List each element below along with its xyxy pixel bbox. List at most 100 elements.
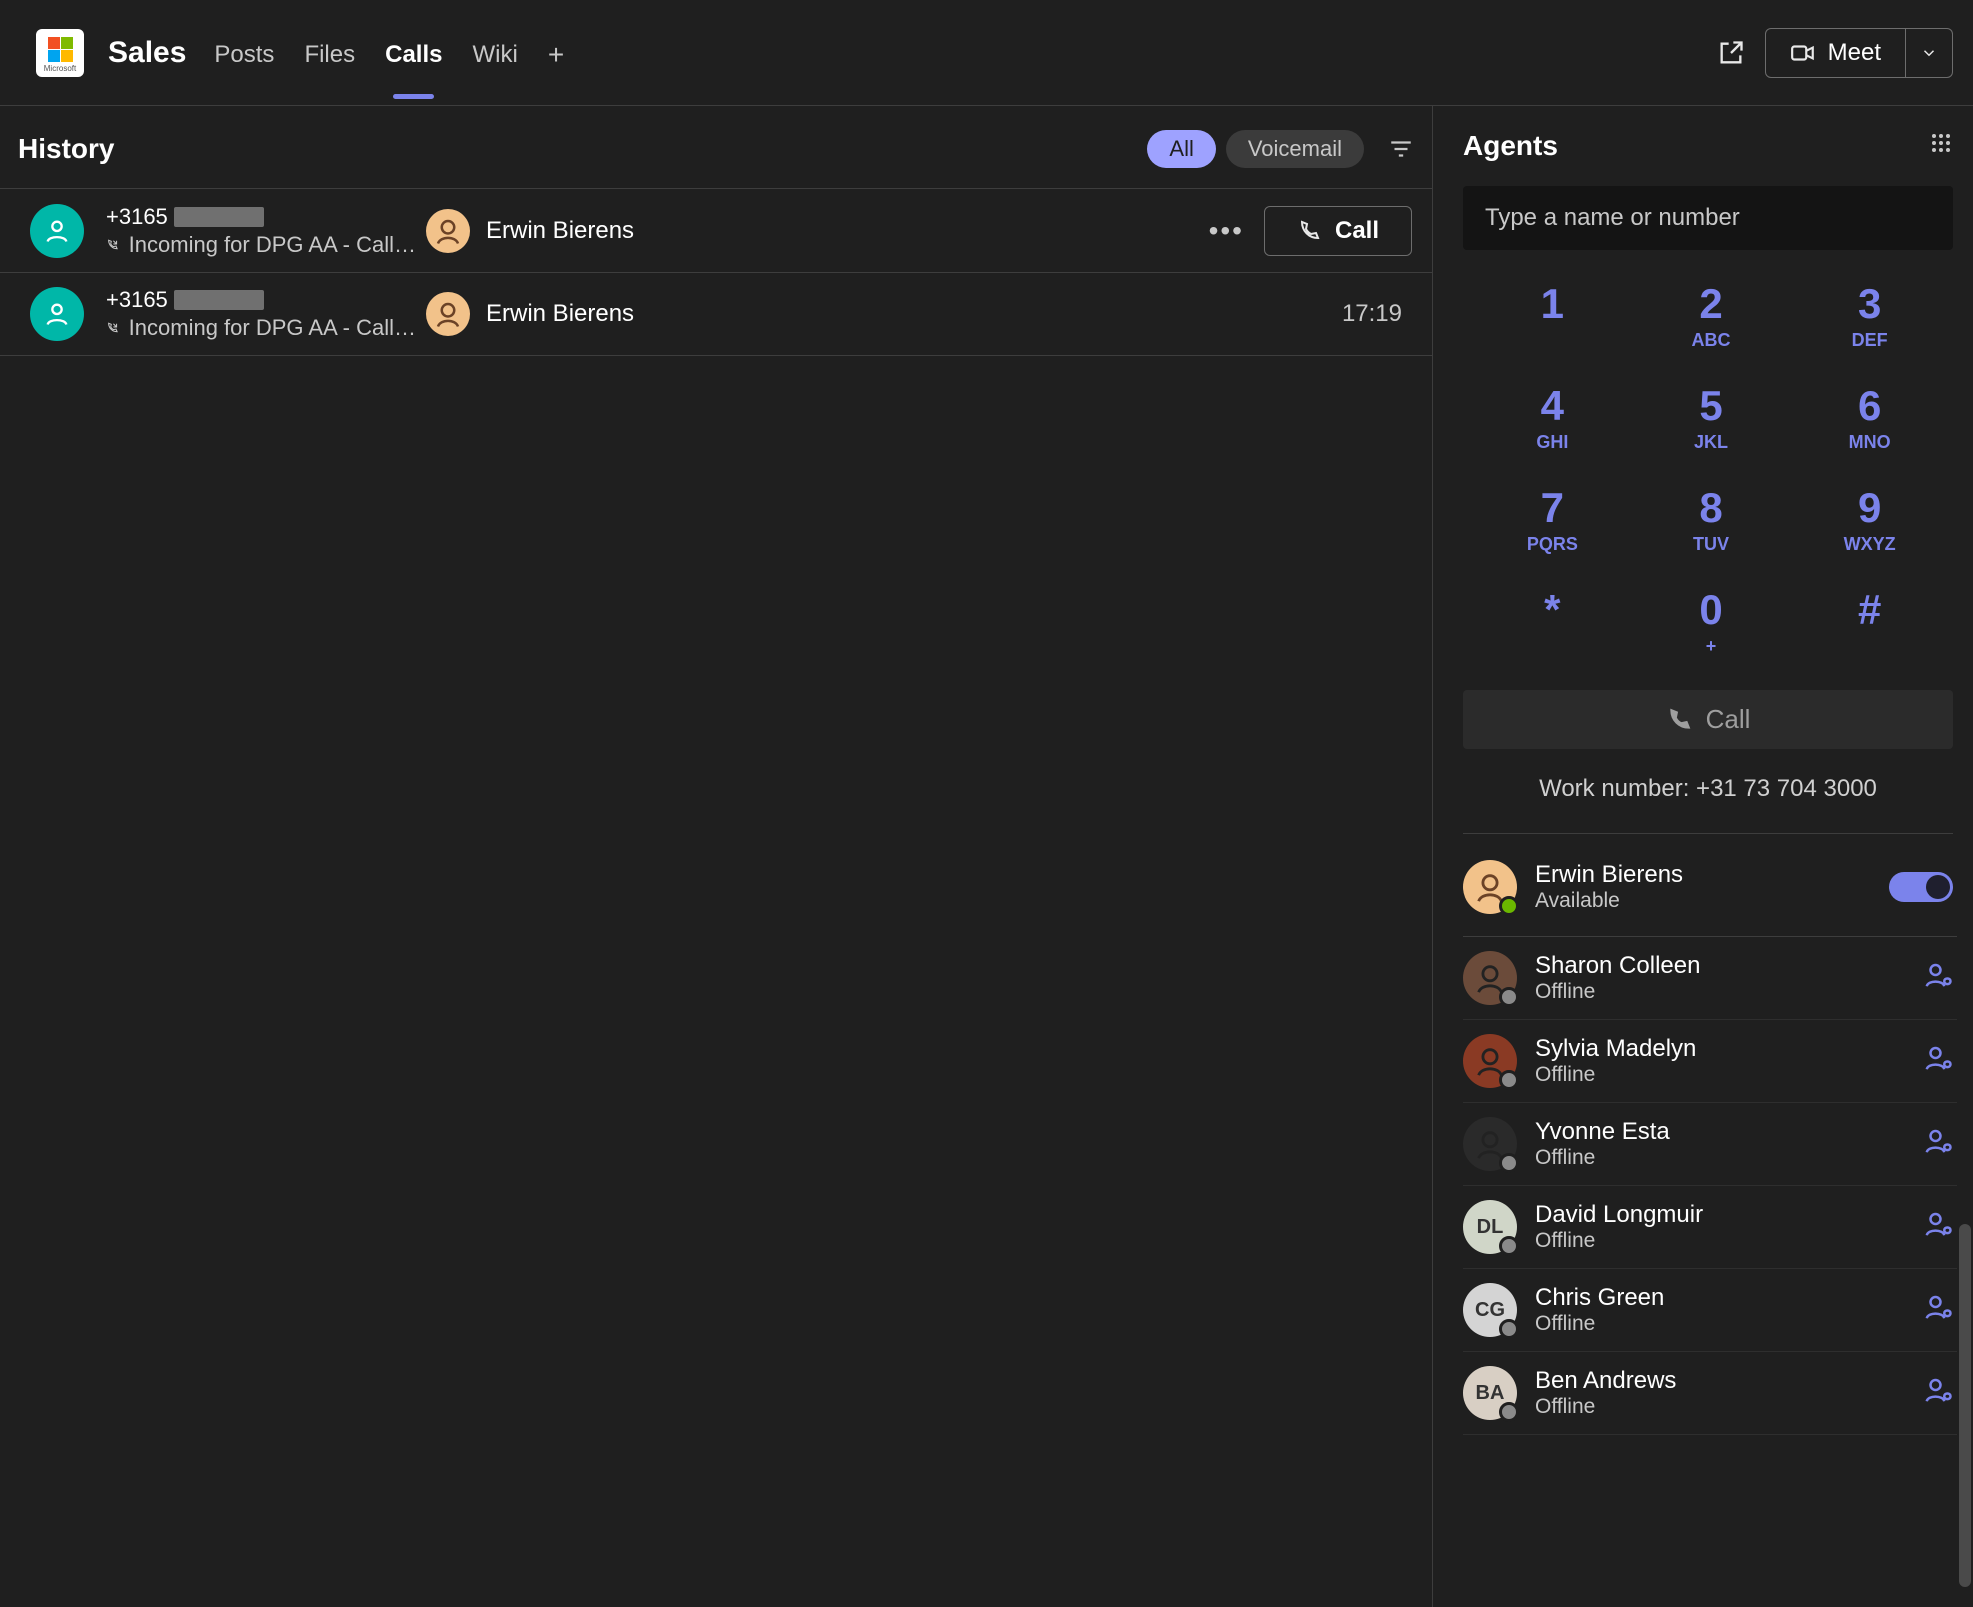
channel-tabs: Posts Files Calls Wiki + <box>214 5 564 101</box>
agent-action-icon[interactable] <box>1923 1292 1953 1328</box>
agent-action-icon[interactable] <box>1923 1043 1953 1079</box>
popout-icon[interactable] <box>1717 39 1745 67</box>
dialpad-key-6[interactable]: 6MNO <box>1790 368 1949 470</box>
history-title: History <box>18 133 114 165</box>
meet-dropdown[interactable] <box>1906 28 1953 78</box>
video-icon <box>1790 40 1816 66</box>
agent-row[interactable]: Sharon ColleenOffline <box>1463 937 1957 1020</box>
presence-offline-icon <box>1499 1319 1519 1339</box>
agent-status: Offline <box>1535 980 1700 1004</box>
agent-status: Offline <box>1535 1063 1696 1087</box>
filter-voicemail[interactable]: Voicemail <box>1226 130 1364 168</box>
dialpad-key-5[interactable]: 5JKL <box>1632 368 1791 470</box>
person-icon <box>43 217 71 245</box>
agent-status: Offline <box>1535 1312 1664 1336</box>
agent-avatar: DL <box>1463 1200 1517 1254</box>
call-time: 17:19 <box>1342 300 1402 328</box>
channel-header: Microsoft Sales Posts Files Calls Wiki +… <box>0 0 1973 106</box>
dial-search-input[interactable]: Type a name or number <box>1463 186 1953 250</box>
agent-avatar: CG <box>1463 1283 1517 1337</box>
chevron-down-icon <box>1920 44 1938 62</box>
call-back-button[interactable]: Call <box>1264 206 1412 256</box>
caller-avatar <box>30 287 84 341</box>
person-icon <box>43 300 71 328</box>
dialpad: 12ABC3DEF 4GHI5JKL6MNO 7PQRS8TUV9WXYZ *0+# <box>1473 266 1949 674</box>
tab-files[interactable]: Files <box>304 7 355 99</box>
dialpad-toggle-icon[interactable] <box>1929 131 1953 161</box>
dialpad-key-8[interactable]: 8TUV <box>1632 470 1791 572</box>
agent-avatar <box>1463 1034 1517 1088</box>
dialpad-key-9[interactable]: 9WXYZ <box>1790 470 1949 572</box>
agents-title: Agents <box>1463 130 1558 162</box>
tab-posts[interactable]: Posts <box>214 7 274 99</box>
history-row[interactable]: +3165 Incoming for DPG AA - Call… <box>0 188 1432 272</box>
presence-offline-icon <box>1499 1402 1519 1422</box>
call-subtext: Incoming for DPG AA - Call… <box>129 232 416 258</box>
history-row[interactable]: +3165 Incoming for DPG AA - Call… <box>0 272 1432 356</box>
history-list: +3165 Incoming for DPG AA - Call… <box>0 188 1432 1607</box>
agent-status: Offline <box>1535 1146 1670 1170</box>
agent-action-icon[interactable] <box>1923 960 1953 996</box>
agent-action-icon[interactable] <box>1923 1375 1953 1411</box>
caller-number: +3165 <box>106 204 416 230</box>
presence-offline-icon <box>1499 1236 1519 1256</box>
agent-self-row: Erwin Bierens Available <box>1463 834 1957 937</box>
work-number: Work number: +31 73 704 3000 <box>1463 749 1953 834</box>
agent-avatar <box>1463 951 1517 1005</box>
agent-name: Chris Green <box>1535 1284 1664 1312</box>
presence-offline-icon <box>1499 1153 1519 1173</box>
filter-all[interactable]: All <box>1147 130 1215 168</box>
agent-name: Erwin Bierens <box>1535 861 1683 889</box>
dialpad-key-3[interactable]: 3DEF <box>1790 266 1949 368</box>
dialpad-key-*[interactable]: * <box>1473 572 1632 674</box>
agent-name: Yvonne Esta <box>1535 1118 1670 1146</box>
call-subtext: Incoming for DPG AA - Call… <box>129 315 416 341</box>
dialpad-call-button[interactable]: Call <box>1463 690 1953 749</box>
dialpad-key-#[interactable]: # <box>1790 572 1949 674</box>
agent-status: Offline <box>1535 1229 1703 1253</box>
add-tab-button[interactable]: + <box>548 5 564 101</box>
agent-avatar-icon <box>426 292 470 336</box>
agent-avatar <box>1463 860 1517 914</box>
meet-button[interactable]: Meet <box>1765 28 1906 78</box>
agent-name: Sylvia Madelyn <box>1535 1035 1696 1063</box>
answered-by: Erwin Bierens <box>486 217 634 245</box>
agent-name: Ben Andrews <box>1535 1367 1676 1395</box>
agent-row[interactable]: CG Chris GreenOffline <box>1463 1269 1957 1352</box>
agents-list: Erwin Bierens Available Sharon ColleenOf… <box>1463 834 1957 1435</box>
caller-number: +3165 <box>106 287 416 313</box>
agent-name: David Longmuir <box>1535 1201 1703 1229</box>
dialpad-key-7[interactable]: 7PQRS <box>1473 470 1632 572</box>
agents-scrollbar[interactable] <box>1959 1224 1971 1587</box>
dialpad-key-4[interactable]: 4GHI <box>1473 368 1632 470</box>
tab-wiki[interactable]: Wiki <box>472 7 517 99</box>
agent-availability-toggle[interactable] <box>1889 872 1953 902</box>
redacted-number <box>174 290 264 310</box>
agent-avatar-icon <box>426 209 470 253</box>
agent-row[interactable]: Sylvia MadelynOffline <box>1463 1020 1957 1103</box>
agent-avatar: BA <box>1463 1366 1517 1420</box>
dialpad-key-0[interactable]: 0+ <box>1632 572 1791 674</box>
dialpad-key-1[interactable]: 1 <box>1473 266 1632 368</box>
agent-action-icon[interactable] <box>1923 1209 1953 1245</box>
agent-status: Offline <box>1535 1395 1676 1419</box>
incoming-call-icon <box>106 234 119 256</box>
agent-action-icon[interactable] <box>1923 1126 1953 1162</box>
agent-row[interactable]: Yvonne EstaOffline <box>1463 1103 1957 1186</box>
phone-icon <box>1666 707 1692 733</box>
filter-icon[interactable] <box>1388 136 1414 162</box>
agent-name: Sharon Colleen <box>1535 952 1700 980</box>
meet-label: Meet <box>1828 39 1881 67</box>
agent-row[interactable]: BA Ben AndrewsOffline <box>1463 1352 1957 1435</box>
agent-row[interactable]: DL David LongmuirOffline <box>1463 1186 1957 1269</box>
channel-title: Sales <box>108 36 186 70</box>
answered-by: Erwin Bierens <box>486 300 634 328</box>
dialpad-key-2[interactable]: 2ABC <box>1632 266 1791 368</box>
presence-offline-icon <box>1499 987 1519 1007</box>
microsoft-logo-icon: Microsoft <box>36 29 84 77</box>
tab-calls[interactable]: Calls <box>385 7 442 99</box>
more-options-button[interactable]: ••• <box>1209 215 1244 247</box>
agent-status: Available <box>1535 889 1683 913</box>
caller-avatar <box>30 204 84 258</box>
redacted-number <box>174 207 264 227</box>
